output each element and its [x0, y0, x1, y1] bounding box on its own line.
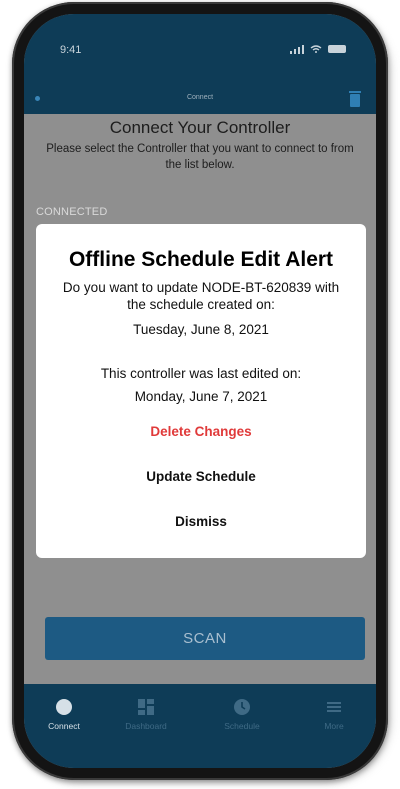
tab-label: More: [324, 721, 344, 731]
menu-icon: [327, 702, 341, 712]
delete-changes-button[interactable]: Delete Changes: [36, 424, 366, 439]
status-icons: [289, 44, 346, 54]
alert-edited-date: Monday, June 7, 2021: [134, 389, 268, 404]
dashboard-icon: [138, 699, 154, 715]
tab-label: Dashboard: [125, 721, 167, 731]
alert-message-secondary: This controller was last edited on:: [100, 366, 302, 381]
update-schedule-button[interactable]: Update Schedule: [36, 469, 366, 484]
alert-message: Do you want to update NODE-BT-620839 wit…: [62, 280, 340, 312]
clock-icon: [234, 699, 250, 715]
alert-created-date: Tuesday, June 8, 2021: [133, 322, 269, 337]
tab-bar: Connect Dashboard Schedule More: [24, 684, 376, 768]
tab-schedule[interactable]: Schedule: [202, 698, 282, 731]
dismiss-button[interactable]: Dismiss: [36, 514, 366, 529]
tab-more[interactable]: More: [294, 698, 374, 731]
nav-title: Connect: [186, 94, 214, 101]
tab-connect[interactable]: Connect: [24, 698, 104, 731]
tab-label: Schedule: [224, 721, 260, 731]
tab-label: Connect: [48, 721, 80, 731]
header-bar: 9:41 Connect: [24, 14, 376, 114]
scan-button[interactable]: SCAN: [45, 617, 365, 660]
status-time: 9:41: [60, 44, 82, 56]
phone-screen: 9:41 Connect Connect Your Controller Ple…: [24, 14, 376, 768]
signal-icon: [289, 44, 304, 54]
tab-dashboard[interactable]: Dashboard: [106, 698, 186, 731]
alert-dialog: Offline Schedule Edit Alert Do you want …: [36, 224, 366, 558]
circle-icon: [56, 699, 72, 715]
wifi-icon: [310, 45, 322, 53]
alert-title: Offline Schedule Edit Alert: [68, 248, 334, 271]
page-title: Connect Your Controller: [109, 118, 291, 137]
page-subtitle: Please select the Controller that you wa…: [46, 143, 354, 171]
trash-icon[interactable]: [348, 90, 362, 108]
section-label-connected: CONNECTED: [36, 206, 108, 218]
battery-icon: [328, 45, 346, 53]
